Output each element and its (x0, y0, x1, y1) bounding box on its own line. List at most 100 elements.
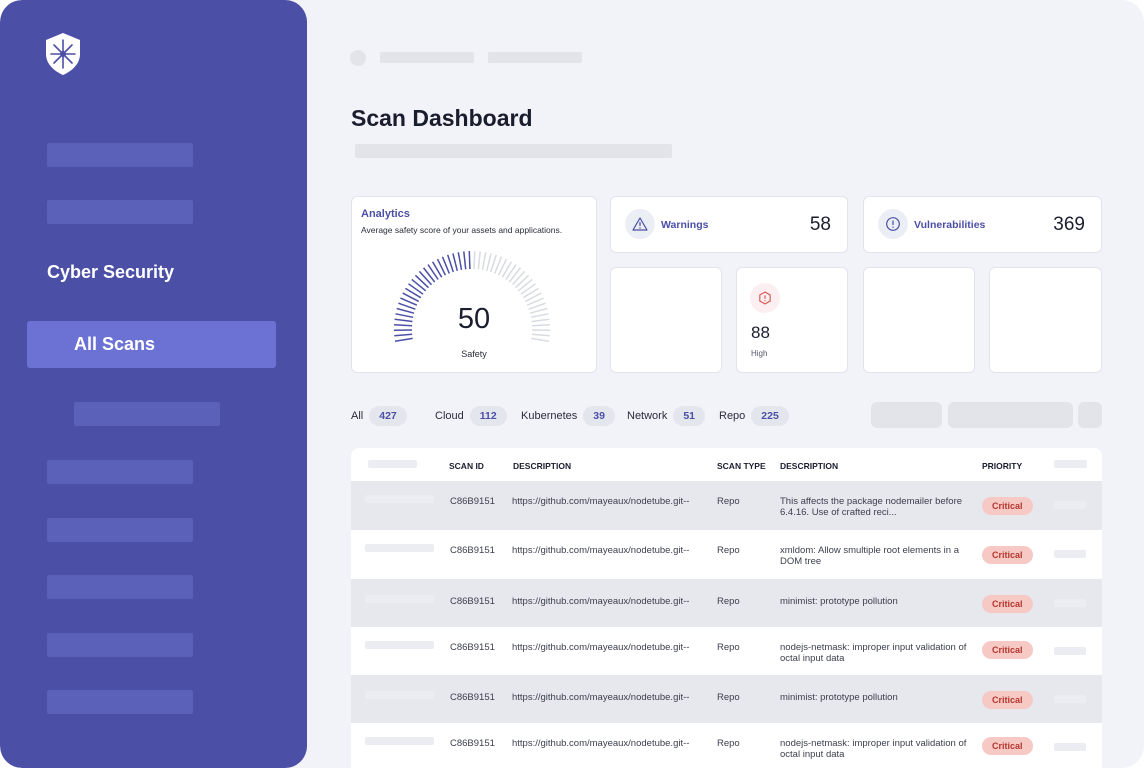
sidebar-item-placeholder[interactable] (47, 690, 193, 714)
gauge-tick (517, 278, 533, 292)
breadcrumb-placeholder[interactable] (380, 52, 474, 63)
alert-hexagon-icon (750, 283, 780, 313)
scan-id: C86B9151 (450, 738, 495, 749)
column-header-priority[interactable]: PRIORITY (982, 461, 1022, 471)
safety-score: 50 (457, 303, 491, 335)
row-placeholder (365, 737, 434, 745)
row-placeholder (365, 544, 434, 552)
gauge-tick (511, 270, 526, 286)
vulnerabilities-label: Vulnerabilities (914, 219, 986, 231)
column-header-description[interactable]: DESCRIPTION (513, 461, 571, 471)
action-button-placeholder[interactable] (948, 402, 1073, 428)
safety-gauge (393, 250, 551, 342)
priority-badge: Critical (982, 641, 1033, 659)
gauge-tick (531, 337, 550, 342)
gauge-tick (508, 267, 521, 283)
table-row[interactable]: C86B9151 https://github.com/mayeaux/node… (351, 579, 1102, 627)
row-placeholder (365, 641, 434, 649)
table-row[interactable]: C86B9151 https://github.com/mayeaux/node… (351, 481, 1102, 530)
filter-count: 427 (369, 405, 407, 426)
sidebar-item-placeholder[interactable] (47, 633, 193, 657)
sidebar-item-placeholder[interactable] (47, 575, 193, 599)
gauge-tick (394, 337, 413, 342)
gauge-tick (446, 254, 455, 273)
filter-label: Kubernetes (521, 409, 578, 422)
filter-count: 112 (469, 405, 507, 426)
table-row[interactable]: C86B9151 https://github.com/mayeaux/node… (351, 723, 1102, 768)
table-row[interactable]: C86B9151 https://github.com/mayeaux/node… (351, 627, 1102, 675)
vulnerabilities-card[interactable]: Vulnerabilities 369 (863, 196, 1102, 253)
scan-type: Repo (717, 596, 740, 607)
gauge-tick (463, 251, 467, 270)
shield-star-icon[interactable] (44, 32, 82, 76)
gauge-tick (452, 253, 459, 271)
gauge-tick (408, 283, 424, 295)
filter-cloud[interactable]: Cloud 112 (435, 405, 507, 426)
gauge-tick (414, 274, 430, 289)
severity-card[interactable] (863, 267, 975, 373)
safety-score-label: Safety (461, 349, 487, 359)
warnings-card[interactable]: Warnings 58 (610, 196, 848, 253)
info-circle-icon (878, 209, 908, 239)
scan-url[interactable]: https://github.com/mayeaux/nodetube.git-… (512, 496, 689, 507)
scan-description: This affects the package nodemailer befo… (780, 496, 963, 518)
table-row[interactable]: C86B9151 https://github.com/mayeaux/node… (351, 530, 1102, 579)
sidebar-subitem-placeholder[interactable] (74, 402, 220, 426)
sidebar-item-all-scans[interactable]: All Scans (27, 321, 276, 368)
scan-description: nodejs-netmask: improper input validatio… (780, 738, 967, 760)
gauge-tick (457, 252, 463, 271)
row-placeholder (365, 691, 434, 699)
sidebar-item-placeholder[interactable] (47, 143, 193, 167)
gauge-tick (418, 270, 433, 286)
filter-repo[interactable]: Repo 225 (719, 405, 789, 426)
column-header-scan-id[interactable]: SCAN ID (449, 461, 484, 471)
row-placeholder (1054, 743, 1086, 751)
priority-badge: Critical (982, 497, 1033, 515)
filter-all[interactable]: All 427 (351, 405, 407, 426)
action-button-placeholder[interactable] (871, 402, 942, 428)
filter-network[interactable]: Network 51 (627, 405, 706, 426)
column-header-scan-type[interactable]: SCAN TYPE (717, 461, 766, 471)
action-button-placeholder[interactable] (1078, 402, 1102, 428)
scan-url[interactable]: https://github.com/mayeaux/nodetube.git-… (512, 692, 689, 703)
priority-badge: Critical (982, 546, 1033, 564)
column-header-description[interactable]: DESCRIPTION (780, 461, 838, 471)
scan-url[interactable]: https://github.com/mayeaux/nodetube.git-… (512, 738, 689, 749)
gauge-tick (411, 278, 427, 292)
scan-url[interactable]: https://github.com/mayeaux/nodetube.git-… (512, 545, 689, 556)
scan-description: minimist: prototype pollution (780, 692, 898, 703)
sidebar-item-placeholder[interactable] (47, 200, 193, 224)
page-title: Scan Dashboard (351, 105, 533, 131)
header-placeholder (1054, 460, 1087, 468)
gauge-tick (427, 264, 439, 280)
header-placeholder (368, 460, 417, 468)
filter-label: Cloud (435, 409, 464, 422)
breadcrumb-placeholder[interactable] (488, 52, 582, 63)
priority-badge: Critical (982, 691, 1033, 709)
scan-id: C86B9151 (450, 496, 495, 507)
scan-id: C86B9151 (450, 692, 495, 703)
severity-card[interactable] (989, 267, 1102, 373)
gauge-tick (485, 253, 492, 271)
severity-card-high[interactable]: 88 High (736, 267, 848, 373)
analytics-card: Analytics Average safety score of your a… (351, 196, 597, 373)
scan-url[interactable]: https://github.com/mayeaux/nodetube.git-… (512, 596, 689, 607)
sidebar-item-placeholder[interactable] (47, 518, 193, 542)
gauge-tick (514, 274, 530, 289)
warning-triangle-icon (625, 209, 655, 239)
sidebar-item-placeholder[interactable] (47, 460, 193, 484)
sidebar-section-title: Cyber Security (47, 262, 175, 282)
row-placeholder (365, 495, 434, 503)
scan-type: Repo (717, 692, 740, 703)
scan-id: C86B9151 (450, 545, 495, 556)
page-subtitle-placeholder (355, 144, 672, 158)
breadcrumb-home-icon[interactable] (350, 50, 366, 66)
row-placeholder (365, 595, 434, 603)
scan-url[interactable]: https://github.com/mayeaux/nodetube.git-… (512, 642, 689, 653)
filter-kubernetes[interactable]: Kubernetes 39 (521, 405, 615, 426)
gauge-tick (473, 250, 476, 270)
severity-card[interactable] (610, 267, 722, 373)
table-row[interactable]: C86B9151 https://github.com/mayeaux/node… (351, 675, 1102, 723)
filter-label: All (351, 409, 364, 422)
app-window: Cyber Security All Scans Scan Dashboard … (0, 0, 1144, 768)
